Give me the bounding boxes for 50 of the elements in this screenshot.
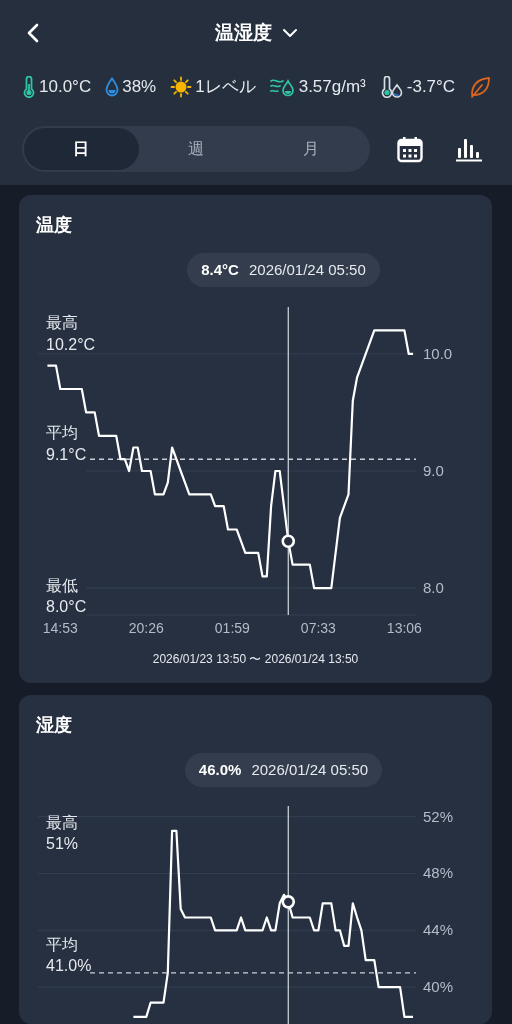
title-dropdown[interactable]: 温湿度 [214, 18, 298, 48]
metric-value: 10.0°C [39, 76, 92, 99]
stat-label: 最高 [46, 314, 78, 331]
stat-label: 平均 [46, 424, 78, 441]
axis-label: 40% [423, 978, 454, 996]
tooltip-time: 2026/01/24 05:50 [248, 259, 366, 280]
axis-label: 48% [423, 864, 454, 882]
tooltip-value: 46.0% [198, 759, 242, 780]
metric-value: 3.57g/m³ [298, 76, 366, 99]
data-point-marker [281, 895, 296, 909]
axis-label: 01:59 [214, 620, 250, 636]
axis-label: 07:33 [300, 620, 336, 636]
leaf-icon [469, 76, 492, 98]
axis-label: 20:26 [128, 620, 164, 636]
tooltip-time: 2026/01/24 05:50 [251, 759, 369, 780]
axis-label: 44% [423, 921, 454, 939]
axis-label: 13:06 [386, 620, 422, 636]
card-title: 温度 [36, 214, 72, 237]
axis-label: 52% [423, 807, 454, 825]
card-title: 湿度 [36, 714, 72, 737]
back-icon [27, 23, 39, 43]
chevron-down-icon [281, 28, 298, 38]
date-range: 2026/01/23 13:50 〜 2026/01/24 13:50 [152, 651, 359, 667]
data-point-marker [281, 534, 296, 548]
stat-value: 51% [46, 835, 79, 852]
axis-label: 14:53 [42, 620, 78, 636]
water-drop-icon [105, 77, 120, 97]
thermometer-drop-icon [379, 76, 404, 98]
stat-label: 最低 [46, 577, 78, 594]
stat-label: 平均 [46, 936, 78, 953]
period-tab[interactable]: 月 [253, 128, 368, 170]
tooltip-value: 8.4°C [201, 259, 239, 280]
wind-drop-icon [269, 76, 296, 98]
period-tab[interactable]: 週 [138, 128, 254, 170]
period-tab[interactable]: 日 [24, 128, 139, 170]
axis-label: 10.0 [423, 344, 453, 362]
stat-value: 41.0% [46, 957, 92, 974]
stat-value: 8.0°C [46, 598, 87, 615]
axis-label: 9.0 [423, 461, 444, 479]
stat-value: 9.1°C [46, 446, 87, 463]
bar-chart-icon [456, 136, 482, 162]
axis-label: 8.0 [423, 579, 444, 597]
metric-value: -3.7°C [406, 76, 456, 99]
thermometer-icon [22, 76, 36, 98]
sun-icon [170, 76, 193, 98]
calendar-icon [397, 135, 423, 163]
stat-value: 10.2°C [46, 336, 96, 353]
metric-value: 1レベル [195, 76, 256, 99]
stat-label: 最高 [46, 814, 78, 831]
metric-value: 38% [122, 76, 157, 99]
